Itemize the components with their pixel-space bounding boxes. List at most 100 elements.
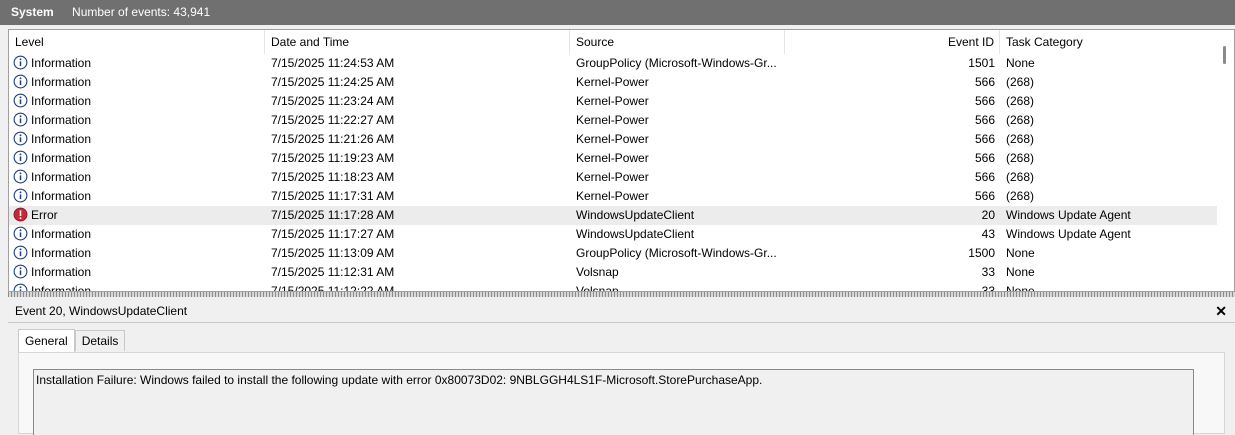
row-level: Information [13, 282, 263, 292]
row-level-text: Information [31, 284, 92, 292]
row-date: 7/15/2025 11:21:26 AM [271, 132, 395, 146]
pane-splitter[interactable] [8, 292, 1235, 297]
row-task-category: (268) [1006, 75, 1035, 89]
row-level-text: Information [31, 170, 92, 184]
log-name: System [11, 5, 54, 19]
row-date: 7/15/2025 11:18:23 AM [271, 170, 395, 184]
row-task-category: (268) [1006, 94, 1035, 108]
row-level-text: Error [31, 208, 58, 222]
row-event-id: 1501 [968, 56, 995, 70]
table-row[interactable]: Information 7/15/2025 11:22:27 AM Kernel-P… [9, 111, 1217, 130]
event-rows: Information 7/15/2025 11:24:53 AM GroupPol… [9, 54, 1217, 292]
row-event-id: 566 [974, 189, 995, 203]
row-date: 7/15/2025 11:17:28 AM [271, 208, 395, 222]
row-level: Information [13, 263, 263, 282]
table-row[interactable]: Information 7/15/2025 11:24:25 AM Kernel-P… [9, 73, 1217, 92]
event-list[interactable]: Level Date and Time Source Event ID Task… [8, 29, 1235, 292]
row-event-id: 20 [981, 208, 995, 222]
row-level-text: Information [31, 113, 92, 127]
row-event-id: 33 [981, 265, 995, 279]
info-icon [13, 226, 28, 241]
column-header-source[interactable]: Source [570, 30, 785, 54]
row-date: 7/15/2025 11:12:22 AM [271, 284, 395, 292]
tab-details[interactable]: Details [74, 330, 126, 351]
error-icon [13, 207, 28, 222]
row-level: Information [13, 244, 263, 263]
column-header-date[interactable]: Date and Time [265, 30, 570, 54]
row-level: Information [13, 149, 263, 168]
row-date: 7/15/2025 11:24:53 AM [271, 56, 395, 70]
table-row[interactable]: Information 7/15/2025 11:13:09 AM GroupPol… [9, 244, 1217, 263]
table-row[interactable]: Information 7/15/2025 11:12:22 AM Volsnap 3… [9, 282, 1217, 292]
row-source: Volsnap [576, 284, 619, 292]
table-row[interactable]: Information 7/15/2025 11:24:53 AM GroupPol… [9, 54, 1217, 73]
row-source: Kernel-Power [576, 113, 649, 127]
table-row[interactable]: Information 7/15/2025 11:18:23 AM Kernel-P… [9, 168, 1217, 187]
row-task-category: None [1006, 265, 1035, 279]
row-source: Kernel-Power [576, 170, 649, 184]
row-date: 7/15/2025 11:13:09 AM [271, 246, 395, 260]
table-row[interactable]: Information 7/15/2025 11:17:31 AM Kernel-P… [9, 187, 1217, 206]
column-header-level[interactable]: Level [9, 30, 265, 54]
column-header-event-id[interactable]: Event ID [785, 30, 1000, 54]
row-source: Kernel-Power [576, 75, 649, 89]
row-event-id: 33 [981, 284, 995, 292]
info-icon [13, 150, 28, 165]
row-level-text: Information [31, 246, 92, 260]
table-row[interactable]: Information 7/15/2025 11:12:31 AM Volsnap 3… [9, 263, 1217, 282]
table-row[interactable]: Information 7/15/2025 11:19:23 AM Kernel-P… [9, 149, 1217, 168]
row-level-text: Information [31, 265, 92, 279]
row-level: Error [13, 206, 263, 225]
column-header-row: Level Date and Time Source Event ID Task… [9, 30, 1217, 54]
event-count: Number of events: 43,941 [72, 5, 211, 19]
row-date: 7/15/2025 11:22:27 AM [271, 113, 395, 127]
close-icon[interactable]: ✕ [1215, 299, 1227, 323]
row-level: Information [13, 168, 263, 187]
row-date: 7/15/2025 11:17:27 AM [271, 227, 395, 241]
row-task-category: (268) [1006, 189, 1035, 203]
info-icon [13, 74, 28, 89]
info-icon [13, 93, 28, 108]
table-row[interactable]: Information 7/15/2025 11:23:24 AM Kernel-P… [9, 92, 1217, 111]
info-icon [13, 264, 28, 279]
info-icon [13, 283, 28, 291]
row-source: WindowsUpdateClient [576, 227, 695, 241]
row-level-text: Information [31, 189, 92, 203]
table-row[interactable]: Information 7/15/2025 11:21:26 AM Kernel-P… [9, 130, 1217, 149]
row-date: 7/15/2025 11:17:31 AM [271, 189, 395, 203]
detail-header: Event 20, WindowsUpdateClient ✕ [8, 299, 1235, 323]
general-tab-body: Installation Failure: Windows failed to … [18, 352, 1225, 435]
row-task-category: None [1006, 56, 1035, 70]
row-event-id: 566 [974, 151, 995, 165]
row-date: 7/15/2025 11:23:24 AM [271, 94, 395, 108]
vertical-scrollbar[interactable] [1217, 30, 1234, 291]
tab-general[interactable]: General [18, 329, 75, 352]
row-task-category: Windows Update Agent [1006, 208, 1131, 222]
row-task-category: (268) [1006, 132, 1035, 146]
row-source: Kernel-Power [576, 132, 649, 146]
row-event-id: 1500 [968, 246, 995, 260]
detail-tabs: General Details [18, 329, 126, 352]
row-task-category: (268) [1006, 113, 1035, 127]
scrollbar-thumb[interactable] [1223, 46, 1226, 64]
row-date: 7/15/2025 11:19:23 AM [271, 151, 395, 165]
row-source: Kernel-Power [576, 151, 649, 165]
row-event-id: 566 [974, 132, 995, 146]
event-message: Installation Failure: Windows failed to … [33, 369, 1194, 435]
row-level: Information [13, 187, 263, 206]
row-source: GroupPolicy (Microsoft-Windows-Gr... [576, 246, 777, 260]
row-date: 7/15/2025 11:24:25 AM [271, 75, 395, 89]
row-level-text: Information [31, 151, 92, 165]
event-detail-panel: Event 20, WindowsUpdateClient ✕ General D… [8, 299, 1235, 435]
row-source: GroupPolicy (Microsoft-Windows-Gr... [576, 56, 777, 70]
row-level-text: Information [31, 132, 92, 146]
row-level: Information [13, 73, 263, 92]
table-row[interactable]: Information 7/15/2025 11:17:27 AM WindowsU… [9, 225, 1217, 244]
row-task-category: (268) [1006, 170, 1035, 184]
row-source: WindowsUpdateClient [576, 208, 695, 222]
column-header-task-category[interactable]: Task Category [1000, 30, 1217, 54]
info-icon [13, 131, 28, 146]
detail-title: Event 20, WindowsUpdateClient [15, 304, 188, 318]
row-level: Information [13, 92, 263, 111]
table-row[interactable]: Error 7/15/2025 11:17:28 AM WindowsUpdateC… [9, 206, 1217, 225]
